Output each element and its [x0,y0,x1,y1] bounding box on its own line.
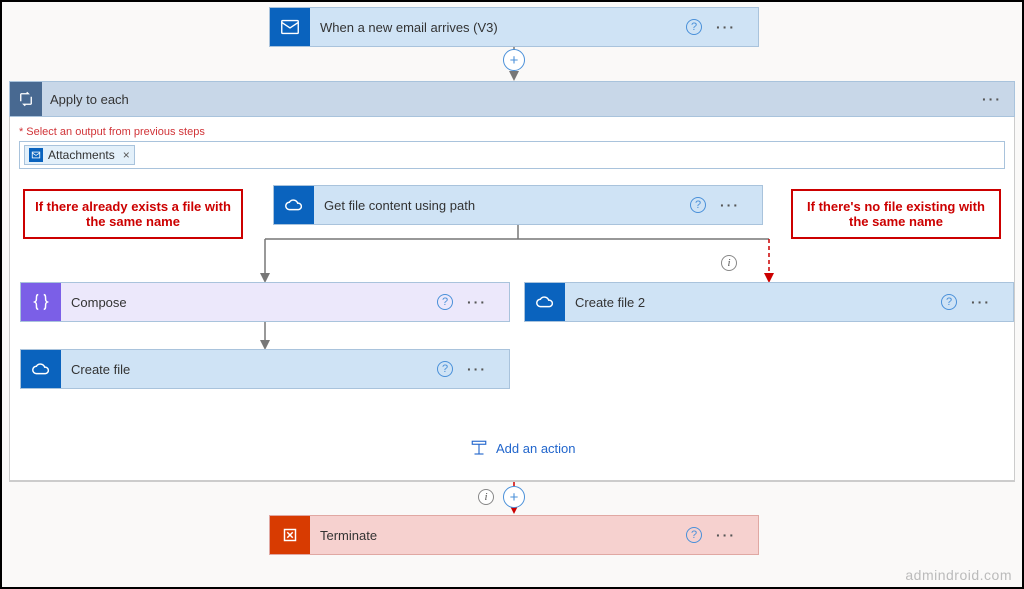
braces-icon [21,283,61,321]
action-get-file[interactable]: Get file content using path ? ··· [273,185,763,225]
add-action-link[interactable]: Add an action [470,439,576,457]
loop-title: Apply to each [42,92,982,107]
action-create-file[interactable]: Create file ? ··· [20,349,510,389]
card-body: Terminate ? ··· [310,516,758,554]
card-body: Compose ? ··· [61,283,509,321]
select-output-field[interactable]: Attachments × [19,141,1005,169]
info-icon[interactable]: i [478,489,494,505]
action-compose[interactable]: Compose ? ··· [20,282,510,322]
cloud-icon [525,283,565,321]
select-output-label: *Select an output from previous steps [19,126,205,138]
token-label: Attachments [48,148,115,162]
loop-header[interactable]: Apply to each ··· [9,81,1015,117]
help-icon[interactable]: ? [686,19,702,35]
card-body: Create file 2 ? ··· [565,283,1013,321]
cloud-icon [21,350,61,388]
action-terminate[interactable]: Terminate ? ··· [269,515,759,555]
add-step-button[interactable]: + [503,486,525,508]
more-icon[interactable]: ··· [467,361,487,377]
action-title: Create file [71,362,437,377]
loop-icon [10,82,42,116]
card-body: Create file ? ··· [61,350,509,388]
action-create-file-2[interactable]: Create file 2 ? ··· [524,282,1014,322]
trigger-card[interactable]: When a new email arrives (V3) ? ··· [269,7,759,47]
action-title: Get file content using path [324,198,690,213]
more-icon[interactable]: ··· [971,294,991,310]
help-icon[interactable]: ? [941,294,957,310]
help-icon[interactable]: ? [690,197,706,213]
trigger-title: When a new email arrives (V3) [320,20,686,35]
add-action-icon [470,439,488,457]
loop-body: *Select an output from previous steps At… [9,117,1015,481]
flow-canvas: When a new email arrives (V3) ? ··· + Ap… [0,0,1024,589]
card-body: Get file content using path ? ··· [314,186,762,224]
watermark: admindroid.com [905,567,1012,583]
action-title: Create file 2 [575,295,941,310]
outlook-icon [270,8,310,46]
help-icon[interactable]: ? [437,294,453,310]
more-icon[interactable]: ··· [716,19,736,35]
token-attachments[interactable]: Attachments × [24,145,135,165]
action-title: Terminate [320,528,686,543]
more-icon[interactable]: ··· [720,197,740,213]
outlook-icon [29,148,43,162]
more-icon[interactable]: ··· [982,91,1002,107]
help-icon[interactable]: ? [686,527,702,543]
more-icon[interactable]: ··· [716,527,736,543]
token-remove[interactable]: × [120,148,130,162]
card-body: When a new email arrives (V3) ? ··· [310,8,758,46]
terminate-icon [270,516,310,554]
action-title: Compose [71,295,437,310]
help-icon[interactable]: ? [437,361,453,377]
add-step-button[interactable]: + [503,49,525,71]
info-icon[interactable]: i [721,255,737,271]
add-action-label: Add an action [496,441,576,456]
more-icon[interactable]: ··· [467,294,487,310]
cloud-icon [274,186,314,224]
